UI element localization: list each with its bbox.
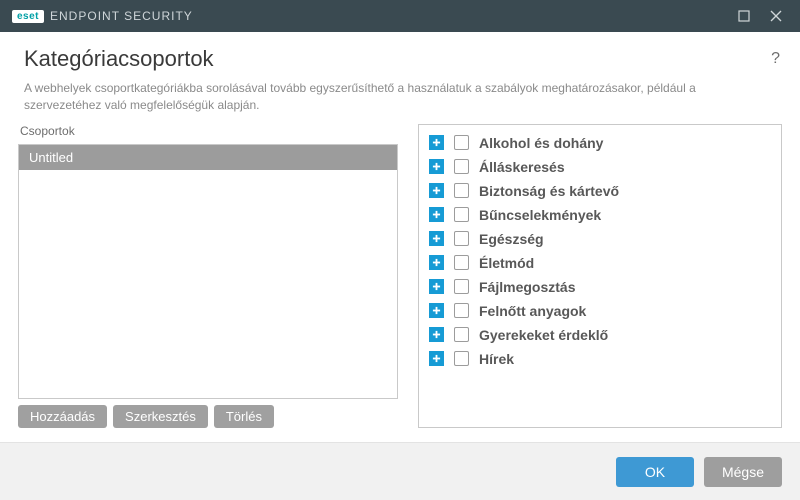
ok-button[interactable]: OK <box>616 457 694 487</box>
category-label: Egészség <box>479 231 544 247</box>
category-row: Egészség <box>429 227 775 251</box>
expand-button[interactable] <box>429 303 444 318</box>
list-item[interactable]: Untitled <box>19 145 397 170</box>
category-row: Biztonság és kártevő <box>429 179 775 203</box>
category-label: Életmód <box>479 255 534 271</box>
category-label: Biztonság és kártevő <box>479 183 619 199</box>
category-checkbox[interactable] <box>454 183 469 198</box>
category-row: Alkohol és dohány <box>429 131 775 155</box>
plus-icon <box>432 306 441 315</box>
brand-logo: eset <box>12 10 44 23</box>
plus-icon <box>432 234 441 243</box>
category-label: Hírek <box>479 351 514 367</box>
expand-button[interactable] <box>429 159 444 174</box>
cancel-button[interactable]: Mégse <box>704 457 782 487</box>
close-icon <box>770 10 782 22</box>
category-label: Álláskeresés <box>479 159 565 175</box>
groups-button-row: Hozzáadás Szerkesztés Törlés <box>18 405 398 428</box>
categories-scroll[interactable]: Alkohol és dohány Álláskeresés Biztonság é… <box>429 131 779 421</box>
category-checkbox[interactable] <box>454 159 469 174</box>
expand-button[interactable] <box>429 327 444 342</box>
category-checkbox[interactable] <box>454 255 469 270</box>
category-checkbox[interactable] <box>454 231 469 246</box>
window-close-button[interactable] <box>760 0 792 32</box>
category-checkbox[interactable] <box>454 327 469 342</box>
plus-icon <box>432 258 441 267</box>
content: Csoportok Untitled Hozzáadás Szerkesztés… <box>0 124 800 428</box>
plus-icon <box>432 186 441 195</box>
category-row: Életmód <box>429 251 775 275</box>
category-label: Felnőtt anyagok <box>479 303 586 319</box>
category-label: Gyerekeket érdeklő <box>479 327 608 343</box>
square-icon <box>738 10 750 22</box>
category-row: Fájlmegosztás <box>429 275 775 299</box>
edit-button[interactable]: Szerkesztés <box>113 405 208 428</box>
category-row: Felnőtt anyagok <box>429 299 775 323</box>
page-subtitle: A webhelyek csoportkategóriákba sorolásá… <box>0 80 800 124</box>
category-label: Alkohol és dohány <box>479 135 603 151</box>
header: Kategóriacsoportok ? <box>0 32 800 80</box>
delete-button[interactable]: Törlés <box>214 405 274 428</box>
category-checkbox[interactable] <box>454 303 469 318</box>
expand-button[interactable] <box>429 255 444 270</box>
plus-icon <box>432 354 441 363</box>
category-label: Fájlmegosztás <box>479 279 575 295</box>
category-label: Bűncselekmények <box>479 207 601 223</box>
categories-panel: Alkohol és dohány Álláskeresés Biztonság é… <box>418 124 782 428</box>
page-title: Kategóriacsoportok <box>24 46 776 72</box>
add-button[interactable]: Hozzáadás <box>18 405 107 428</box>
category-row: Hírek <box>429 347 775 371</box>
window-minimize-button[interactable] <box>728 0 760 32</box>
footer: OK Mégse <box>0 442 800 500</box>
expand-button[interactable] <box>429 207 444 222</box>
brand: eset ENDPOINT SECURITY <box>12 9 193 23</box>
category-checkbox[interactable] <box>454 207 469 222</box>
expand-button[interactable] <box>429 183 444 198</box>
groups-panel: Csoportok Untitled Hozzáadás Szerkesztés… <box>18 124 398 428</box>
expand-button[interactable] <box>429 279 444 294</box>
category-checkbox[interactable] <box>454 135 469 150</box>
category-row: Gyerekeket érdeklő <box>429 323 775 347</box>
help-button[interactable]: ? <box>771 50 780 68</box>
expand-button[interactable] <box>429 231 444 246</box>
category-row: Álláskeresés <box>429 155 775 179</box>
plus-icon <box>432 330 441 339</box>
plus-icon <box>432 162 441 171</box>
plus-icon <box>432 138 441 147</box>
window-body: Kategóriacsoportok ? A webhelyek csoport… <box>0 32 800 500</box>
category-checkbox[interactable] <box>454 279 469 294</box>
brand-text: ENDPOINT SECURITY <box>50 9 193 23</box>
groups-label: Csoportok <box>18 124 398 138</box>
titlebar: eset ENDPOINT SECURITY <box>0 0 800 32</box>
category-checkbox[interactable] <box>454 351 469 366</box>
category-row: Bűncselekmények <box>429 203 775 227</box>
expand-button[interactable] <box>429 351 444 366</box>
expand-button[interactable] <box>429 135 444 150</box>
plus-icon <box>432 210 441 219</box>
groups-list[interactable]: Untitled <box>18 144 398 399</box>
plus-icon <box>432 282 441 291</box>
